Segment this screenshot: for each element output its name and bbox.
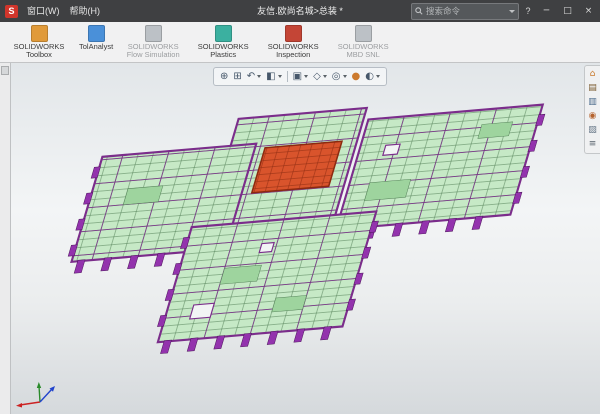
heads-up-view-toolbar: ⊕ ⊞ ↶ ◧ ▣ ◇ ◎ ● ◐ [213,67,387,86]
model-panel-accent [364,179,410,200]
search-icon [415,7,423,15]
flyout-caret-icon[interactable] [304,75,308,78]
tolanalyst-icon [88,25,105,42]
zoom-fit-icon[interactable]: ⊕ [218,72,230,82]
search-scope-caret-icon[interactable] [509,10,515,13]
command-search-box[interactable] [411,3,519,20]
model-floor-opening [383,144,400,155]
model-floor-opening [190,303,215,319]
model-panel-accent [478,122,513,139]
maximize-button[interactable]: □ [558,0,577,22]
model-core-red-zone[interactable] [252,141,342,193]
document-title: 友信.欧尚名城>总装 * [257,0,343,22]
ribbon-button-label: SOLIDWORKS Inspection [263,43,323,60]
edit-appearance-icon[interactable]: ● [350,72,363,82]
task-pane-tabs: ⌂ ▤ ▥ ◉ ▨ ≡ [584,65,600,154]
zoom-area-icon[interactable]: ⊞ [231,72,243,82]
previous-view-icon: ↶ [247,72,255,82]
edit-appearance-icon: ● [352,72,361,82]
help-button[interactable]: ? [521,6,535,16]
menu-item-window[interactable]: 窗口(W) [22,0,65,22]
display-style-icon[interactable]: ◇ [311,72,329,82]
flyout-caret-icon[interactable] [323,75,327,78]
ribbon-button-tolanalyst[interactable]: TolAnalyst [75,23,117,61]
minimize-button[interactable]: ─ [537,0,556,22]
flow-simulation-icon [145,25,162,42]
appearances-icon[interactable]: ◉ [589,112,597,121]
triad-z-axis-icon [40,386,55,402]
ribbon-button-label: SOLIDWORKS Flow Simulation [123,43,183,60]
close-button[interactable]: × [579,0,598,22]
ribbon-buttons: SOLIDWORKS Toolbox TolAnalyst SOLIDWORKS F… [5,23,397,61]
ribbon-button-label: SOLIDWORKS Toolbox [9,43,69,60]
ribbon-button-mbd-snl[interactable]: SOLIDWORKS MBD SNL [329,23,397,61]
flyout-caret-icon[interactable] [278,75,282,78]
ribbon-toolbar: SOLIDWORKS Toolbox TolAnalyst SOLIDWORKS F… [0,22,600,63]
previous-view-icon[interactable]: ↶ [245,72,263,82]
section-view-icon: ◧ [266,72,275,82]
scenes-icon[interactable]: ▨ [588,126,597,135]
file-explorer-icon[interactable]: ▥ [588,98,597,107]
custom-properties-icon[interactable]: ≡ [589,140,597,149]
search-input[interactable] [426,6,506,16]
graphics-viewport: ⊕ ⊞ ↶ ◧ ▣ ◇ ◎ ● ◐ ⌂ ▤ ▥ ◉ ▨ ≡ [0,63,600,414]
view-orientation-icon[interactable]: ▣ [291,72,310,82]
flyout-caret-icon[interactable] [343,75,347,78]
ribbon-button-plastics[interactable]: SOLIDWORKS Plastics [189,23,257,61]
ribbon-button-label: SOLIDWORKS MBD SNL [333,43,393,60]
design-library-icon[interactable]: ▤ [588,84,597,93]
ribbon-button-label: SOLIDWORKS Plastics [193,43,253,60]
display-style-icon: ◇ [313,72,321,82]
title-bar: S 窗口(W) 帮助(H) 友信.欧尚名城>总装 * ? ─ □ × [0,0,600,22]
graphics-area[interactable] [0,63,600,414]
mbd-snl-icon [355,25,372,42]
ribbon-button-inspection[interactable]: SOLIDWORKS Inspection [259,23,327,61]
solidworks-logo-icon[interactable]: S [5,5,18,18]
hide-show-items-icon[interactable]: ◎ [330,72,349,82]
toolbar-separator [287,71,288,82]
flyout-caret-icon[interactable] [257,75,261,78]
inspection-icon [285,25,302,42]
section-view-icon[interactable]: ◧ [264,72,283,82]
model-panel-accent [123,186,163,205]
triad-x-axis-icon [16,402,40,408]
ribbon-button-flow-simulation[interactable]: SOLIDWORKS Flow Simulation [119,23,187,61]
model-floor-opening [259,243,274,253]
collapsed-feature-manager-panel[interactable] [0,63,11,414]
view-orientation-icon: ▣ [293,72,302,82]
plastics-icon [215,25,232,42]
model-slab-module-lines [158,211,376,342]
ribbon-button-toolbox[interactable]: SOLIDWORKS Toolbox [5,23,73,61]
toolbox-icon [31,25,48,42]
menu-item-help[interactable]: 帮助(H) [65,0,106,22]
model-panel-accent [272,295,307,312]
view-settings-icon: ◐ [365,72,374,82]
flyout-caret-icon[interactable] [376,75,380,78]
orientation-triad [12,376,58,410]
model-panel-accent [220,265,262,284]
view-settings-icon[interactable]: ◐ [363,72,382,82]
zoom-fit-icon: ⊕ [220,72,228,82]
assembly-model[interactable] [36,92,551,364]
solidworks-resources-icon[interactable]: ⌂ [590,70,596,79]
zoom-area-icon: ⊞ [233,72,241,82]
panel-splitter-handle[interactable] [1,66,9,75]
triad-y-axis-icon [37,382,41,402]
ribbon-button-label: TolAnalyst [79,43,113,52]
hide-show-items-icon: ◎ [332,72,341,82]
